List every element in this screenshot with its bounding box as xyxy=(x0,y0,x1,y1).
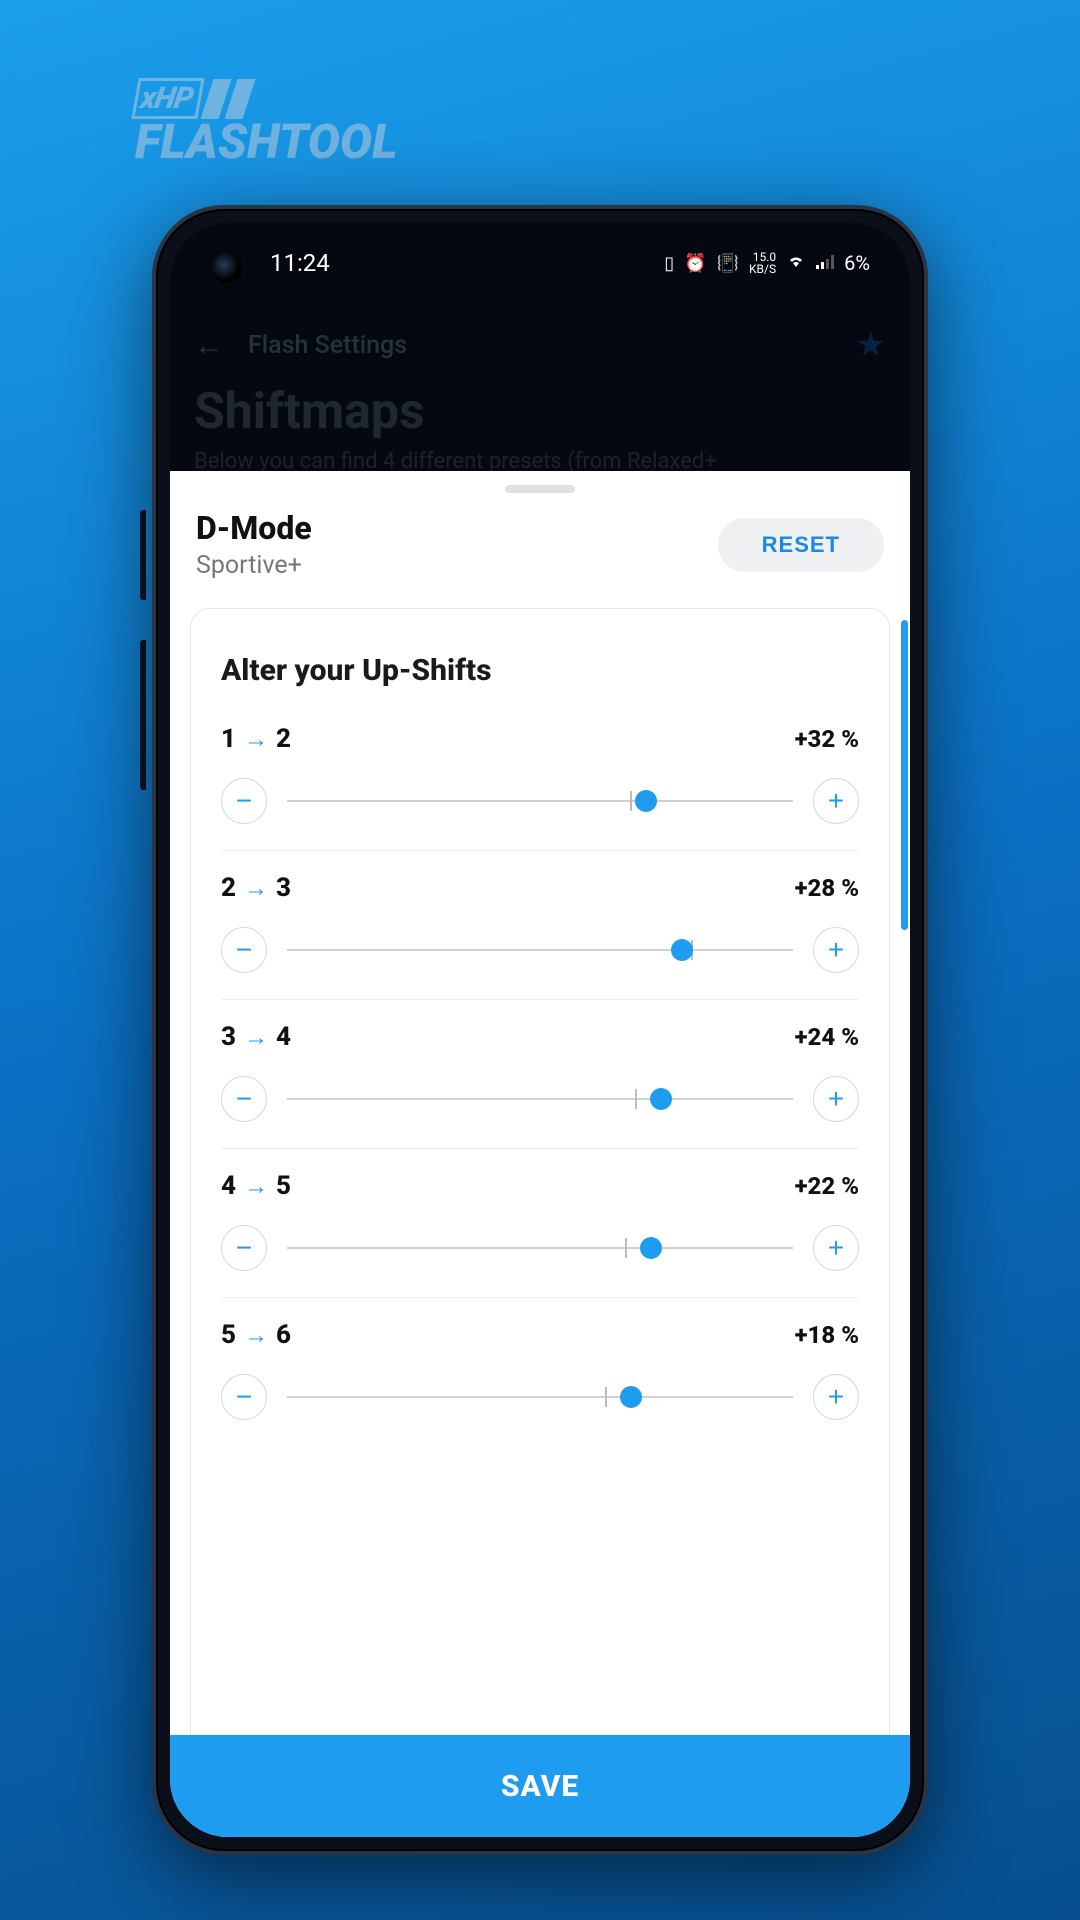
shift-row: 1 → 2 +32 % − + xyxy=(221,724,859,851)
increment-button[interactable]: + xyxy=(813,778,859,824)
arrow-right-icon: → xyxy=(244,1023,268,1052)
shift-percent: +22 % xyxy=(795,1172,859,1200)
gear-range: 4 → 5 xyxy=(221,1171,291,1201)
vibrate-icon: 📳 xyxy=(717,253,739,274)
status-bar: 11:24 ▯ ⏰ 📳 15.0 KB/S 6% xyxy=(170,223,910,303)
shift-slider[interactable] xyxy=(287,781,793,821)
shift-slider[interactable] xyxy=(287,930,793,970)
gear-range: 2 → 3 xyxy=(221,873,291,903)
battery-pct: 6% xyxy=(844,251,870,275)
gear-range: 5 → 6 xyxy=(221,1320,291,1350)
shift-slider[interactable] xyxy=(287,1228,793,1268)
increment-button[interactable]: + xyxy=(813,1076,859,1122)
increment-button[interactable]: + xyxy=(813,1374,859,1420)
card-title: Alter your Up-Shifts xyxy=(221,653,859,688)
nfc-icon: ▯ xyxy=(664,253,674,274)
decrement-button[interactable]: − xyxy=(221,778,267,824)
gear-from: 4 xyxy=(221,1171,236,1201)
shift-percent: +24 % xyxy=(795,1023,859,1051)
shift-slider[interactable] xyxy=(287,1377,793,1417)
mode-title: D-Mode xyxy=(196,509,718,547)
phone-screen: 11:24 ▯ ⏰ 📳 15.0 KB/S 6% ← xyxy=(170,223,910,1837)
sheet-header: D-Mode Sportive+ RESET xyxy=(170,503,910,608)
save-label: SAVE xyxy=(501,1769,579,1804)
gear-from: 1 xyxy=(221,724,236,754)
gear-from: 5 xyxy=(221,1320,236,1350)
increment-button[interactable]: + xyxy=(813,1225,859,1271)
arrow-right-icon: → xyxy=(244,874,268,903)
decrement-button[interactable]: − xyxy=(221,1374,267,1420)
mode-subtitle: Sportive+ xyxy=(196,551,718,580)
sheet-body: Alter your Up-Shifts 1 → 2 +32 % − + 2 → xyxy=(170,608,910,1837)
arrow-right-icon: → xyxy=(244,1321,268,1350)
scroll-indicator[interactable] xyxy=(901,620,908,930)
gear-range: 3 → 4 xyxy=(221,1022,291,1052)
shift-percent: +32 % xyxy=(795,725,859,753)
sheet-drag-handle[interactable] xyxy=(505,485,575,493)
reset-button[interactable]: RESET xyxy=(718,518,884,572)
phone-frame: 11:24 ▯ ⏰ 📳 15.0 KB/S 6% ← xyxy=(152,205,928,1855)
shift-slider[interactable] xyxy=(287,1079,793,1119)
shift-row: 5 → 6 +18 % − + xyxy=(221,1320,859,1446)
signal-icon xyxy=(816,253,834,274)
shift-row: 3 → 4 +24 % − + xyxy=(221,1022,859,1149)
shift-percent: +18 % xyxy=(795,1321,859,1349)
decrement-button[interactable]: − xyxy=(221,927,267,973)
bottom-sheet: D-Mode Sportive+ RESET Alter your Up-Shi… xyxy=(170,471,910,1837)
brand-tag: xHP xyxy=(131,78,205,119)
gear-to: 3 xyxy=(276,873,291,903)
arrow-right-icon: → xyxy=(244,725,268,754)
gear-from: 2 xyxy=(221,873,236,903)
increment-button[interactable]: + xyxy=(813,927,859,973)
gear-to: 5 xyxy=(276,1171,291,1201)
upshifts-card: Alter your Up-Shifts 1 → 2 +32 % − + 2 → xyxy=(190,608,890,1837)
gear-from: 3 xyxy=(221,1022,236,1052)
brand-logo: xHP FLASHTOOL xyxy=(135,78,397,170)
brand-bars-icon xyxy=(207,79,249,119)
gear-to: 6 xyxy=(276,1320,291,1350)
decrement-button[interactable]: − xyxy=(221,1076,267,1122)
decrement-button[interactable]: − xyxy=(221,1225,267,1271)
save-button[interactable]: SAVE xyxy=(170,1735,910,1837)
gear-range: 1 → 2 xyxy=(221,724,291,754)
shift-row: 2 → 3 +28 % − + xyxy=(221,873,859,1000)
gear-to: 4 xyxy=(276,1022,291,1052)
status-right: ▯ ⏰ 📳 15.0 KB/S 6% xyxy=(664,251,870,275)
shift-percent: +28 % xyxy=(795,874,859,902)
wifi-icon xyxy=(786,253,806,274)
shift-row: 4 → 5 +22 % − + xyxy=(221,1171,859,1298)
front-camera xyxy=(212,253,242,283)
alarm-icon: ⏰ xyxy=(684,253,706,274)
arrow-right-icon: → xyxy=(244,1172,268,1201)
brand-name: FLASHTOOL xyxy=(135,113,397,170)
status-time: 11:24 xyxy=(270,249,330,277)
gear-to: 2 xyxy=(276,724,291,754)
net-speed: 15.0 KB/S xyxy=(749,251,776,275)
